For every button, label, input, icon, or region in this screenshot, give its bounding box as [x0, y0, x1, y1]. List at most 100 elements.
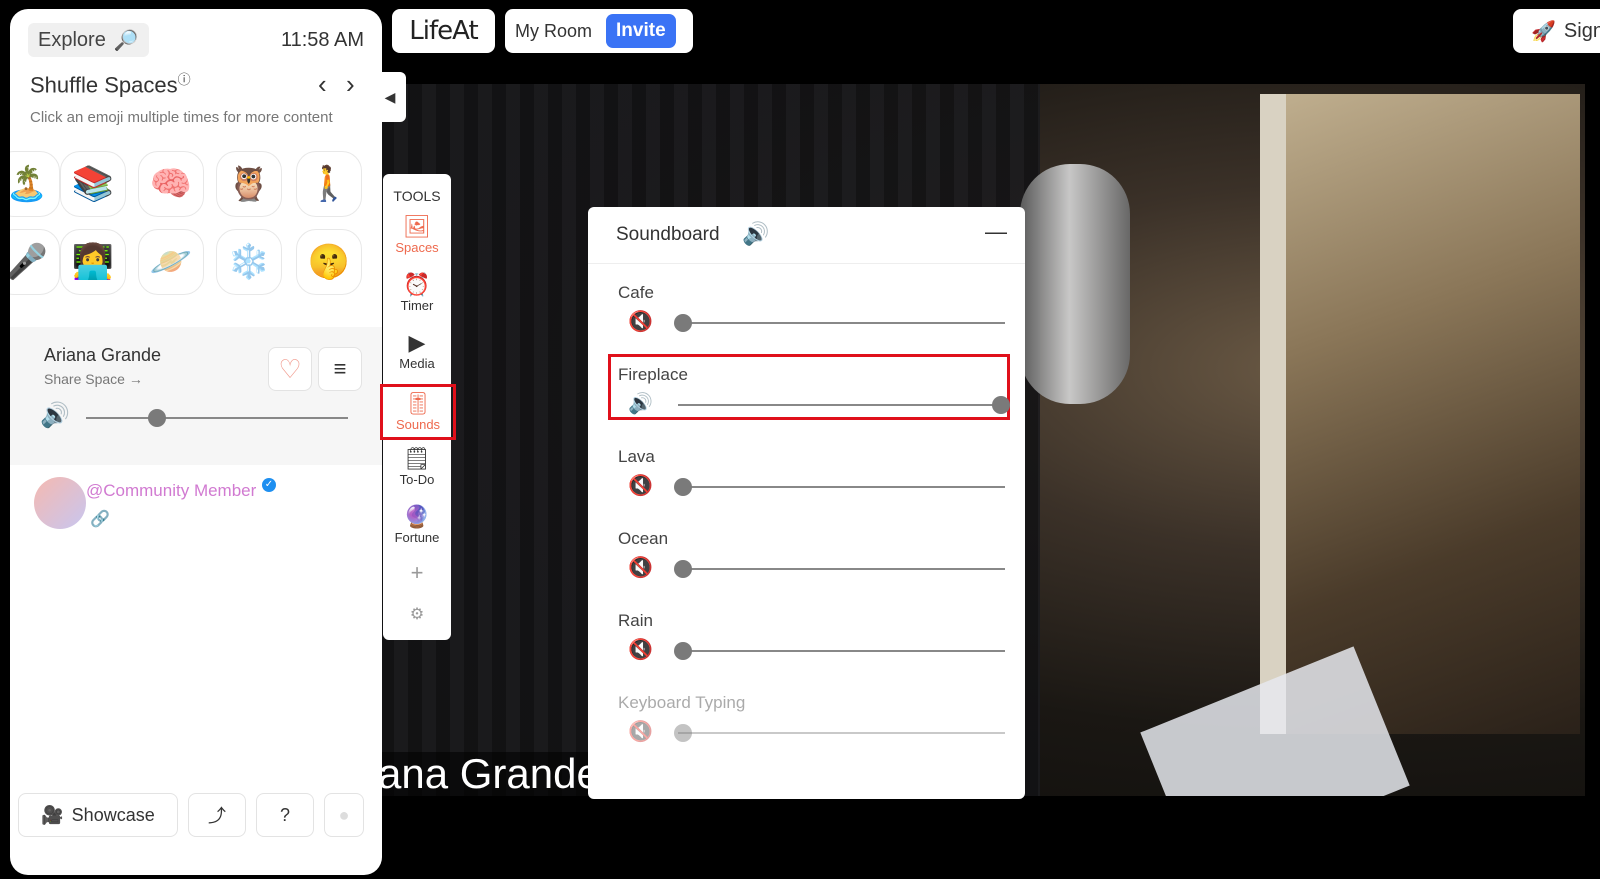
sign-in-label: Sign	[1563, 19, 1600, 42]
speaker-icon[interactable]: 🔊	[628, 391, 653, 416]
tool-todo-label: To-Do	[399, 472, 435, 487]
help-button[interactable]: ?	[256, 793, 314, 837]
help-label: ?	[279, 804, 290, 825]
avatar	[34, 477, 86, 529]
tool-timer-label: Timer	[400, 298, 434, 313]
soundboard-title: Soundboard	[616, 224, 720, 245]
clock: 11:58 AM	[280, 29, 364, 51]
keyboard-typing-slider-knob[interactable]	[674, 724, 692, 742]
tool-media[interactable]: ▶ Media	[383, 330, 451, 371]
playlist-icon: ≡	[333, 356, 347, 381]
sound-label-lava: Lava	[618, 447, 655, 466]
magnifier-icon: 🔎	[113, 29, 139, 52]
keyboard-typing-slider-track[interactable]	[678, 732, 1005, 734]
collapse-panel-button[interactable]: ◀	[374, 72, 406, 122]
sign-in-button[interactable]: 🚀 Sign	[1513, 9, 1600, 53]
lava-slider-knob[interactable]	[674, 478, 692, 496]
cafe-slider-track[interactable]	[678, 322, 1005, 324]
tool-fortune[interactable]: 🔮 Fortune	[383, 504, 451, 545]
sound-label-ocean: Ocean	[618, 529, 669, 548]
sound-label-cafe: Cafe	[618, 283, 654, 302]
lifeat-logo[interactable]: LifeAt	[392, 9, 495, 53]
speaker-icon[interactable]: 🔊	[742, 221, 769, 247]
soundboard-panel: Soundboard 🔊 — Cafe 🔇 Fireplace 🔊 Lava 🔇…	[588, 207, 1025, 799]
showcase-button[interactable]: 🎥 Showcase	[18, 793, 178, 837]
sound-label-keyboard-typing: Keyboard Typing	[618, 693, 746, 712]
emoji-microphone[interactable]: 🎤	[10, 229, 60, 295]
tools-heading: TOOLS	[393, 188, 441, 204]
playlist-button[interactable]: ≡	[318, 347, 362, 391]
speaker-icon[interactable]: 🔊	[40, 401, 70, 430]
emoji-shushing[interactable]: 🤫	[296, 229, 362, 295]
tool-fortune-label: Fortune	[394, 530, 440, 545]
highlight-box	[608, 354, 1010, 420]
emoji-technologist[interactable]: 👩‍💻	[60, 229, 126, 295]
emoji-owl[interactable]: 🦉	[216, 151, 282, 217]
mute-icon[interactable]: 🔇	[628, 473, 653, 498]
mute-icon[interactable]: 🔇	[628, 555, 653, 580]
tool-timer[interactable]: ⏰ Timer	[383, 272, 451, 313]
crystal-ball-icon: 🔮	[403, 504, 431, 529]
camera-icon: 🎥	[41, 804, 64, 825]
tools-panel: TOOLS 🖼 Spaces ⏰ Timer ▶ Media 🎚 Sounds …	[380, 174, 456, 640]
alarm-clock-icon: ⏰	[403, 272, 431, 297]
shuffle-hint: Click an emoji multiple times for more c…	[30, 109, 333, 126]
video-caption: ana Grande	[378, 752, 608, 796]
rocket-icon: 🚀	[1531, 20, 1556, 43]
cafe-slider-knob[interactable]	[674, 314, 692, 332]
tool-media-label: Media	[399, 356, 435, 371]
volume-slider-track[interactable]	[86, 417, 348, 419]
image-icon: 🖼	[403, 214, 431, 239]
status-button[interactable]: ●	[324, 793, 364, 837]
verified-badge-icon: ✓	[262, 478, 276, 492]
minimize-icon[interactable]: —	[985, 219, 1007, 245]
community-member-name[interactable]: @Community Member	[86, 481, 256, 501]
status-dot-icon: ●	[338, 804, 350, 825]
sound-label-rain: Rain	[618, 611, 653, 630]
left-panel: Explore 🔎 11:58 AM Shuffle Spacesⓘ ‹ › C…	[10, 9, 382, 875]
emoji-walking[interactable]: 🚶	[296, 151, 362, 217]
emoji-books[interactable]: 📚	[60, 151, 126, 217]
emoji-island[interactable]: 🏝️	[10, 151, 60, 217]
link-icon[interactable]: 🔗	[90, 509, 110, 529]
explore-button[interactable]: Explore 🔎	[28, 23, 149, 57]
microphone	[1020, 164, 1130, 404]
ocean-slider-knob[interactable]	[674, 560, 692, 578]
shuffle-spaces-title: Shuffle Spacesⓘ	[30, 69, 191, 98]
emoji-planet[interactable]: 🪐	[138, 229, 204, 295]
artist-name: Ariana Grande	[44, 345, 162, 365]
mute-icon[interactable]: 🔇	[628, 309, 653, 334]
lava-slider-track[interactable]	[678, 486, 1005, 488]
tool-todo[interactable]: 🗒 To-Do	[383, 446, 451, 487]
emoji-snowflake[interactable]: ❄️	[216, 229, 282, 295]
studio-window	[1260, 94, 1580, 734]
next-arrow-icon[interactable]: ›	[346, 69, 355, 100]
info-icon[interactable]: ⓘ	[178, 72, 191, 87]
volume-slider-knob[interactable]	[147, 409, 166, 427]
favorite-button[interactable]: ♡	[268, 347, 312, 391]
mute-icon[interactable]: 🔇	[628, 719, 653, 744]
share-button[interactable]: ⤴	[188, 793, 246, 837]
fireplace-slider-knob[interactable]	[992, 396, 1010, 414]
invite-button[interactable]: Invite	[606, 14, 676, 48]
fireplace-slider-track[interactable]	[678, 404, 1005, 406]
tool-spaces-label: Spaces	[395, 240, 439, 255]
share-space-link[interactable]: Share Space →	[44, 371, 143, 387]
prev-arrow-icon[interactable]: ‹	[318, 69, 327, 100]
showcase-label: Showcase	[71, 804, 155, 825]
add-tool-icon[interactable]: +	[383, 560, 451, 586]
triangle-left-icon: ◀	[384, 88, 396, 105]
rain-slider-knob[interactable]	[674, 642, 692, 660]
explore-label: Explore	[38, 28, 106, 51]
tool-sounds-label: Sounds	[395, 417, 441, 432]
mute-icon[interactable]: 🔇	[628, 637, 653, 662]
my-room-button[interactable]: My Room	[515, 21, 592, 42]
sliders-icon: 🎚	[404, 391, 432, 416]
gear-icon[interactable]: ⚙	[383, 604, 451, 624]
tool-sounds[interactable]: 🎚 Sounds	[380, 384, 456, 440]
tool-spaces[interactable]: 🖼 Spaces	[383, 214, 451, 255]
ocean-slider-track[interactable]	[678, 568, 1005, 570]
emoji-brain[interactable]: 🧠	[138, 151, 204, 217]
sound-label-fireplace: Fireplace	[618, 365, 688, 384]
rain-slider-track[interactable]	[678, 650, 1005, 652]
